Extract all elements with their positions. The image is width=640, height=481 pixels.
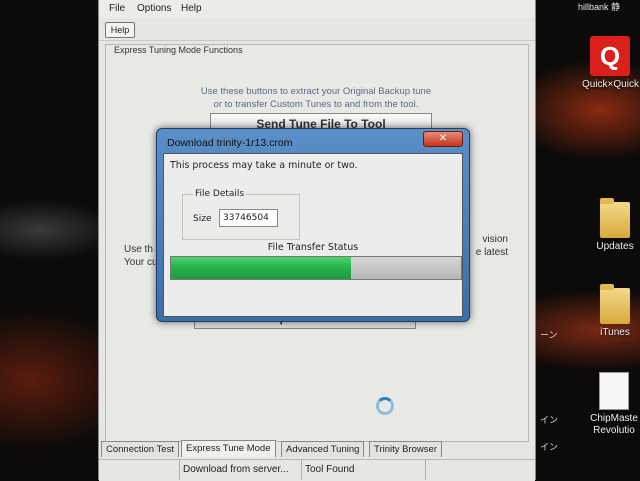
status-download-text: Download from server...	[179, 460, 302, 480]
document-icon	[599, 372, 629, 410]
desktop-icon-label: Updates	[596, 241, 634, 252]
menu-options[interactable]: Options	[137, 3, 171, 14]
desktop-fragment-text: ーン	[540, 330, 558, 340]
desktop-icon-chipmaster[interactable]: ChipMaste Revolutio	[588, 372, 640, 436]
info-line-1: Use these buttons to extract your Origin…	[200, 86, 432, 97]
transfer-status-label: File Transfer Status	[267, 242, 359, 253]
desktop-icon-label: Quick×Quick	[582, 79, 639, 90]
help-button[interactable]: Help	[105, 22, 135, 38]
size-label: Size	[193, 214, 212, 224]
status-tool-found-text: Tool Found	[301, 460, 426, 480]
left-text-line-1: Use th	[124, 244, 153, 255]
dialog-message: This process may take a minute or two.	[170, 160, 358, 171]
menu-file[interactable]: File	[109, 3, 125, 14]
desktop-fragment-text: イン	[540, 442, 559, 452]
dialog-title: Download trinity-1r13.crom	[167, 137, 293, 149]
right-text-line-2: e latest	[475, 247, 508, 258]
toolbar: Help	[99, 18, 535, 41]
desktop-fragment-text: イン	[540, 415, 559, 425]
panel-title: Express Tuning Mode Functions	[114, 45, 243, 55]
folder-icon	[600, 198, 630, 238]
loading-spinner-icon	[376, 397, 394, 415]
desktop-icon-label-line2: Revolutio	[593, 425, 635, 436]
dialog-body: This process may take a minute or two. F…	[163, 153, 463, 317]
file-details-group: File Details Size 33746504	[182, 189, 300, 240]
tab-trinity-browser[interactable]: Trinity Browser	[369, 441, 442, 457]
desktop-icon-quickquick[interactable]: Q Quick×Quick	[582, 36, 639, 90]
menu-bar: File Options Help	[99, 0, 535, 18]
panel-info-text: Use these buttons to extract your Origin…	[166, 85, 466, 111]
left-description-text: Use th Your cu	[124, 243, 158, 269]
desktop-user-label: hillbank 静	[578, 2, 621, 12]
desktop-icon-updates[interactable]: Updates	[590, 198, 640, 252]
right-text-line-1: vision	[482, 234, 508, 245]
size-field: 33746504	[219, 209, 278, 227]
download-dialog: Download trinity-1r13.crom ✕ This proces…	[156, 128, 470, 322]
tab-express-tune-mode[interactable]: Express Tune Mode	[181, 440, 276, 457]
quick-app-icon: Q	[590, 36, 630, 76]
file-transfer-progress-bar	[170, 256, 462, 280]
progress-fill	[171, 257, 351, 279]
tab-bar: Connection Test Express Tune Mode Advanc…	[99, 440, 535, 458]
right-description-text: vision e latest	[468, 233, 508, 259]
tab-connection-test[interactable]: Connection Test	[101, 441, 179, 457]
desktop-icon-label: iTunes	[600, 327, 630, 338]
close-icon[interactable]: ✕	[423, 131, 463, 147]
status-cell-empty	[99, 460, 180, 480]
left-text-line-2: Your cu	[124, 257, 158, 268]
file-details-legend: File Details	[193, 189, 247, 199]
desktop-icon-label: ChipMaste	[590, 413, 638, 424]
tab-advanced-tuning[interactable]: Advanced Tuning	[281, 441, 365, 457]
desktop-icon-itunes[interactable]: iTunes	[590, 284, 640, 338]
folder-icon	[600, 284, 630, 324]
info-line-2: or to transfer Custom Tunes to and from …	[213, 99, 419, 110]
menu-help[interactable]: Help	[181, 3, 202, 14]
status-bar: Download from server... Tool Found	[99, 459, 535, 481]
